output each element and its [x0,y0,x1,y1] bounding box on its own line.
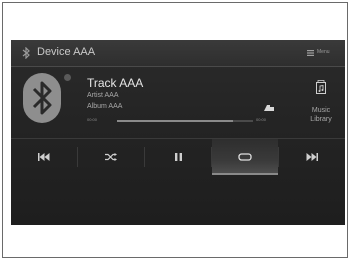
pause-icon [174,153,182,161]
audio-screen: Device AAA Menu Track AAA Artist AAA Alb… [11,40,345,225]
total-time: 00:00 [256,117,267,122]
shuffle-button[interactable] [78,139,144,175]
progress-fill [117,120,233,122]
progress-bar[interactable] [117,120,253,122]
music-library-label-line2: Library [310,116,332,123]
album-name: Album AAA [87,103,123,110]
device-icon [264,105,274,111]
playback-controls [11,138,345,175]
bluetooth-source-icon [23,73,61,123]
device-name: Device AAA [37,46,96,58]
connection-indicator [64,74,71,81]
skip-forward-button[interactable] [279,139,345,175]
artist-name: Artist AAA [87,92,119,99]
music-library-icon[interactable] [316,80,326,94]
repeat-button[interactable] [212,139,278,175]
figure-frame: Device AAA Menu Track AAA Artist AAA Alb… [2,2,348,258]
pause-button[interactable] [145,139,211,175]
skip-forward-icon [306,153,318,161]
music-library-button[interactable]: Music Library [298,106,344,124]
menu-label[interactable]: Menu [317,49,330,55]
track-title: Track AAA [87,76,144,90]
bluetooth-icon [22,47,30,59]
shuffle-icon [105,153,117,161]
skip-back-icon [38,153,50,161]
menu-icon[interactable] [307,50,314,56]
repeat-icon [238,153,252,161]
skip-back-button[interactable] [11,139,77,175]
music-library-label-line1: Music [311,107,331,114]
status-bar: Device AAA Menu [11,40,345,67]
elapsed-time: 00:00 [87,117,98,122]
